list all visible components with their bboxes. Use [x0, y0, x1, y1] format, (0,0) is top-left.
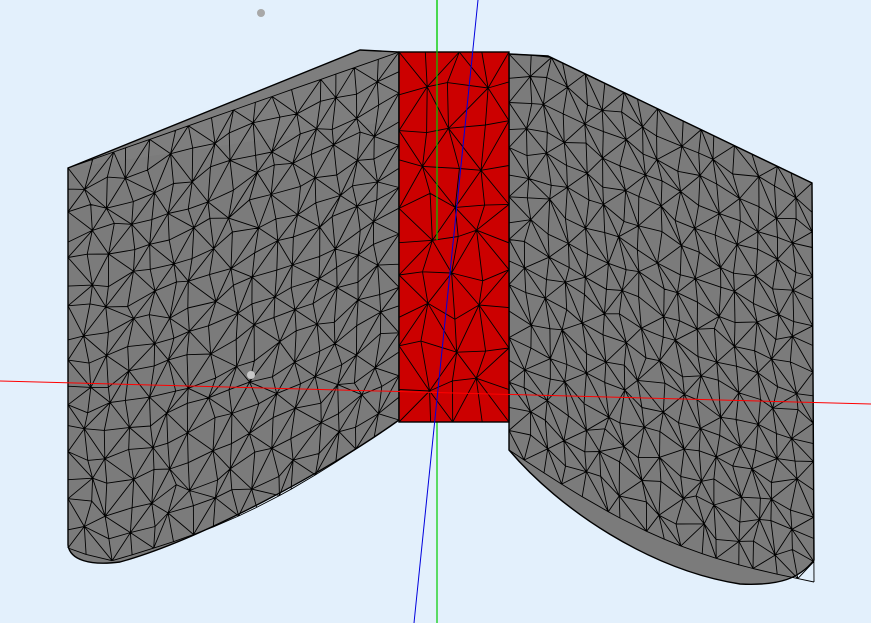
- light-marker-top: [257, 9, 265, 17]
- light-marker-center: [247, 371, 255, 379]
- 3d-viewport[interactable]: [0, 0, 871, 623]
- mesh-scene[interactable]: [0, 0, 871, 623]
